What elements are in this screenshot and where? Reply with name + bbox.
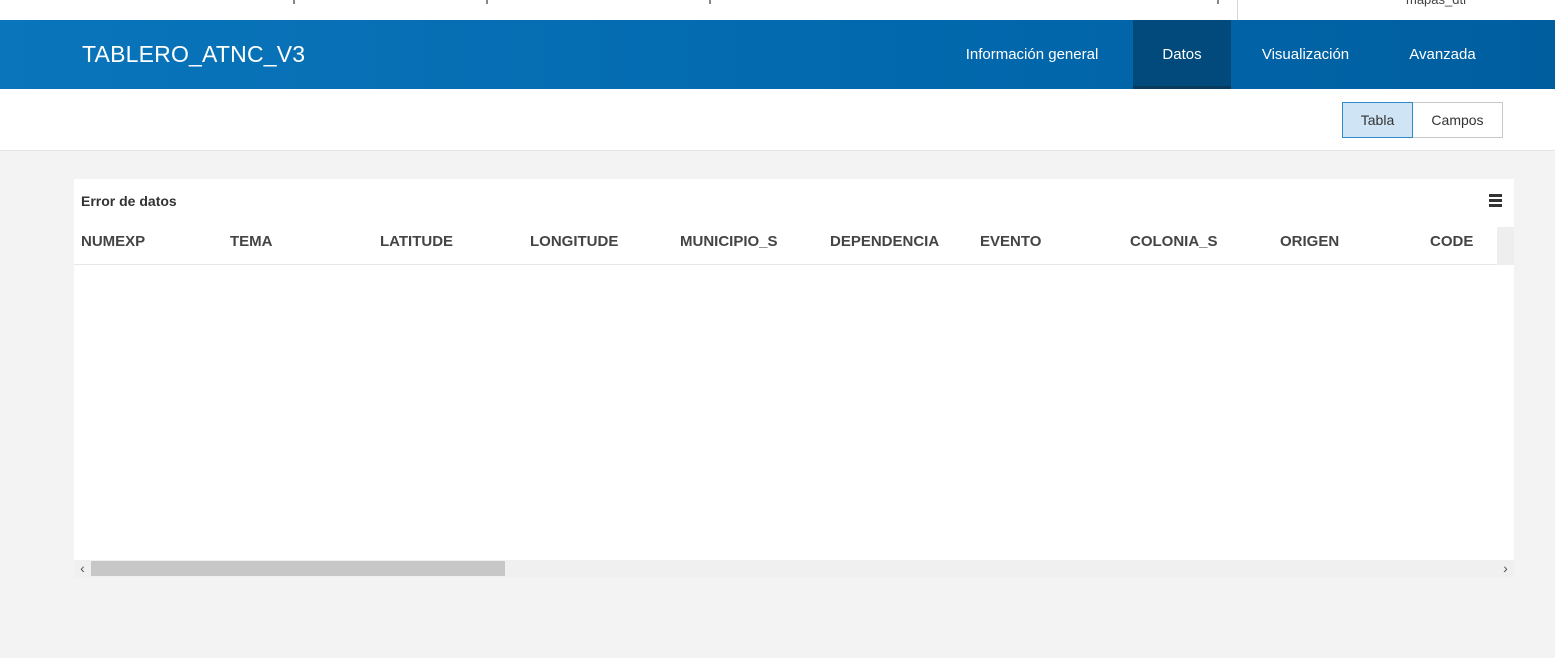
tick-mark [293, 0, 295, 4]
scroll-left-icon[interactable]: ‹ [74, 560, 91, 577]
column-header-latitude[interactable]: LATITUDE [380, 227, 453, 264]
column-header-municipio-s[interactable]: MUNICIPIO_S [680, 227, 778, 264]
column-header-dependencia[interactable]: DEPENDENCIA [830, 227, 939, 264]
column-header-tema[interactable]: TEMA [230, 227, 273, 264]
campos-toggle-button[interactable]: Campos [1412, 102, 1503, 138]
column-header-colonia-s[interactable]: COLONIA_S [1130, 227, 1218, 264]
column-header-longitude[interactable]: LONGITUDE [530, 227, 618, 264]
tab-informacion-general[interactable]: Información general [931, 20, 1133, 89]
column-header-numexp[interactable]: NUMEXP [81, 227, 145, 264]
tick-mark [1217, 0, 1219, 4]
top-account-strip: mapas_dti [0, 0, 1555, 20]
horizontal-scrollbar[interactable]: ‹ › [74, 560, 1514, 577]
tabla-toggle-button[interactable]: Tabla [1342, 102, 1413, 138]
tab-avanzada[interactable]: Avanzada [1380, 20, 1505, 89]
data-table-card: Error de datos NUMEXP TEMA LATITUDE LONG… [74, 179, 1514, 577]
tick-mark [486, 0, 488, 4]
tick-mark [709, 0, 711, 4]
table-header-row: NUMEXP TEMA LATITUDE LONGITUDE MUNICIPIO… [74, 227, 1497, 265]
column-header-evento[interactable]: EVENTO [980, 227, 1041, 264]
account-username[interactable]: mapas_dti [1406, 0, 1466, 8]
data-view-toolbar: Tabla Campos [0, 89, 1555, 151]
column-header-origen[interactable]: ORIGEN [1280, 227, 1339, 264]
strip-divider [1237, 0, 1238, 20]
item-title: TABLERO_ATNC_V3 [82, 41, 306, 67]
item-header-bar: TABLERO_ATNC_V3 Información general Dato… [0, 20, 1555, 89]
table-title: Error de datos [81, 193, 177, 209]
vertical-scrollbar[interactable] [1497, 227, 1514, 265]
scrollbar-thumb[interactable] [91, 561, 505, 576]
tab-visualizacion[interactable]: Visualización [1231, 20, 1380, 89]
scroll-right-icon[interactable]: › [1497, 560, 1514, 577]
column-header-code[interactable]: CODE [1430, 227, 1473, 264]
tab-datos[interactable]: Datos [1133, 20, 1231, 89]
hamburger-menu-icon[interactable] [1489, 194, 1502, 207]
